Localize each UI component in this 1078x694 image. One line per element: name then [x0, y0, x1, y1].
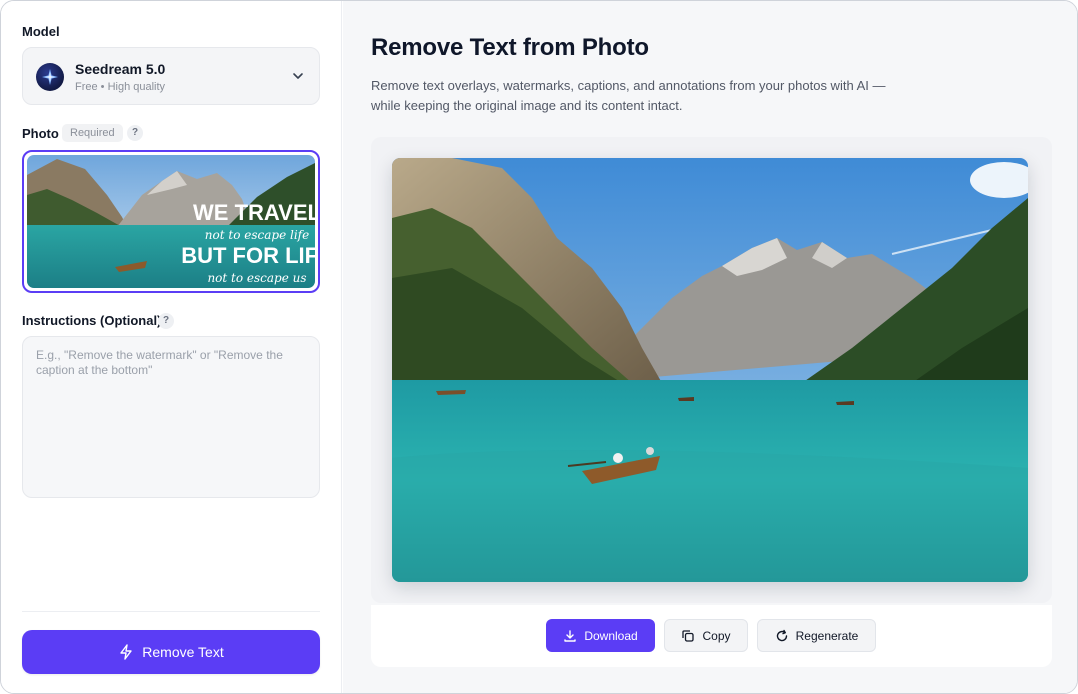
action-bar: Download Copy Regenerate	[371, 605, 1052, 667]
thumbnail-text-line3: BUT FOR LIFE	[181, 243, 315, 268]
sidebar: Model Seedream 5.0 Free • High quality P…	[1, 1, 342, 693]
download-icon	[564, 629, 577, 642]
model-subtitle: Free • High quality	[75, 81, 166, 93]
instructions-input[interactable]	[22, 336, 320, 498]
copy-label: Copy	[702, 628, 731, 643]
model-select[interactable]: Seedream 5.0 Free • High quality	[22, 47, 320, 105]
app-window: Model Seedream 5.0 Free • High quality P…	[0, 0, 1078, 694]
photo-thumbnail-image: WE TRAVEL not to escape life BUT FOR LIF…	[27, 155, 315, 288]
instructions-help-icon[interactable]: ?	[158, 313, 174, 329]
remove-text-label: Remove Text	[142, 644, 224, 660]
download-button[interactable]: Download	[546, 619, 655, 652]
regenerate-button[interactable]: Regenerate	[757, 619, 876, 652]
lake-landscape-image	[392, 158, 1028, 582]
copy-icon	[682, 629, 695, 642]
result-image	[392, 158, 1028, 582]
page-title: Remove Text from Photo	[371, 34, 649, 61]
download-label: Download	[584, 628, 638, 643]
thumbnail-text-line1: WE TRAVEL	[193, 200, 315, 225]
photo-upload-thumbnail[interactable]: WE TRAVEL not to escape life BUT FOR LIF…	[22, 150, 320, 293]
instructions-label: Instructions (Optional)	[22, 313, 162, 328]
required-badge: Required	[62, 124, 123, 142]
sidebar-divider	[22, 611, 320, 612]
photo-help-icon[interactable]: ?	[127, 125, 143, 141]
page-description: Remove text overlays, watermarks, captio…	[371, 78, 886, 113]
remove-text-button[interactable]: Remove Text	[22, 630, 320, 674]
thumbnail-text-line2: not to escape life	[205, 228, 309, 242]
result-canvas	[371, 137, 1052, 603]
model-label: Model	[22, 24, 60, 39]
refresh-icon	[776, 629, 787, 641]
photo-label: Photo	[22, 126, 59, 141]
chevron-down-icon	[293, 73, 303, 79]
lightning-icon	[120, 644, 132, 660]
model-name: Seedream 5.0	[75, 61, 166, 77]
seedream-logo-icon	[36, 63, 64, 91]
regenerate-label: Regenerate	[795, 628, 859, 643]
main-panel: Remove Text from Photo Remove text overl…	[343, 1, 1077, 693]
copy-button[interactable]: Copy	[664, 619, 748, 652]
thumbnail-text-line4: not to escape us	[207, 271, 306, 285]
